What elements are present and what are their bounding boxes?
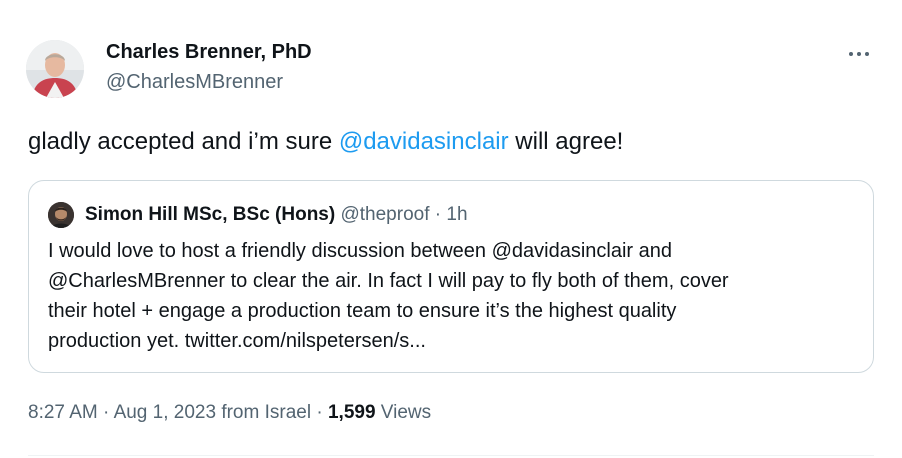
quoted-header: Simon Hill MSc, BSc (Hons) @theproof · 1… [85,203,468,227]
tweet-text-before: gladly accepted and i’m sure [28,128,339,155]
views-label: Views [375,402,432,423]
meta-separator: · [311,402,328,423]
tweet-text-after: will agree! [508,128,624,155]
tweet-location: from Israel [216,402,312,423]
quoted-text-line: @CharlesMBrenner to clear the air. In fa… [48,270,729,292]
views-count: 1,599 [327,402,376,423]
divider [28,455,874,456]
quoted-author-name[interactable]: Simon Hill MSc, BSc (Hons) [85,204,335,225]
tweet-text: gladly accepted and i’m sure @davidasinc… [28,127,623,157]
quoted-text-line: production yet. twitter.com/nilspetersen… [48,330,426,352]
quoted-text: I would love to host a friendly discussi… [48,236,868,356]
ellipsis-icon[interactable] [846,44,876,64]
author-avatar[interactable] [26,40,84,98]
quoted-author-handle[interactable]: @theproof [340,204,429,225]
author-handle[interactable]: @CharlesMBrenner [106,70,283,94]
tweet-card: Charles Brenner, PhD @CharlesMBrenner gl… [0,0,902,458]
tweet-meta: 8:27 AM · Aug 1, 2023 from Israel · 1,59… [28,400,431,426]
quoted-tweet[interactable]: Simon Hill MSc, BSc (Hons) @theproof · 1… [28,180,874,373]
quoted-profile-photo-icon [48,202,74,228]
quoted-author-avatar[interactable] [48,202,74,228]
mention-link[interactable]: @davidasinclair [339,128,509,155]
quoted-text-line: I would love to host a friendly discussi… [48,240,672,262]
quoted-separator: · [429,204,447,225]
author-name[interactable]: Charles Brenner, PhD [106,40,312,64]
quoted-text-line: their hotel + engage a production team t… [48,300,677,322]
meta-separator: · [97,402,114,423]
profile-photo-icon [26,40,84,98]
tweet-time[interactable]: 8:27 AM [28,402,98,423]
tweet-date[interactable]: Aug 1, 2023 [114,402,216,423]
quoted-timestamp[interactable]: 1h [446,204,467,225]
